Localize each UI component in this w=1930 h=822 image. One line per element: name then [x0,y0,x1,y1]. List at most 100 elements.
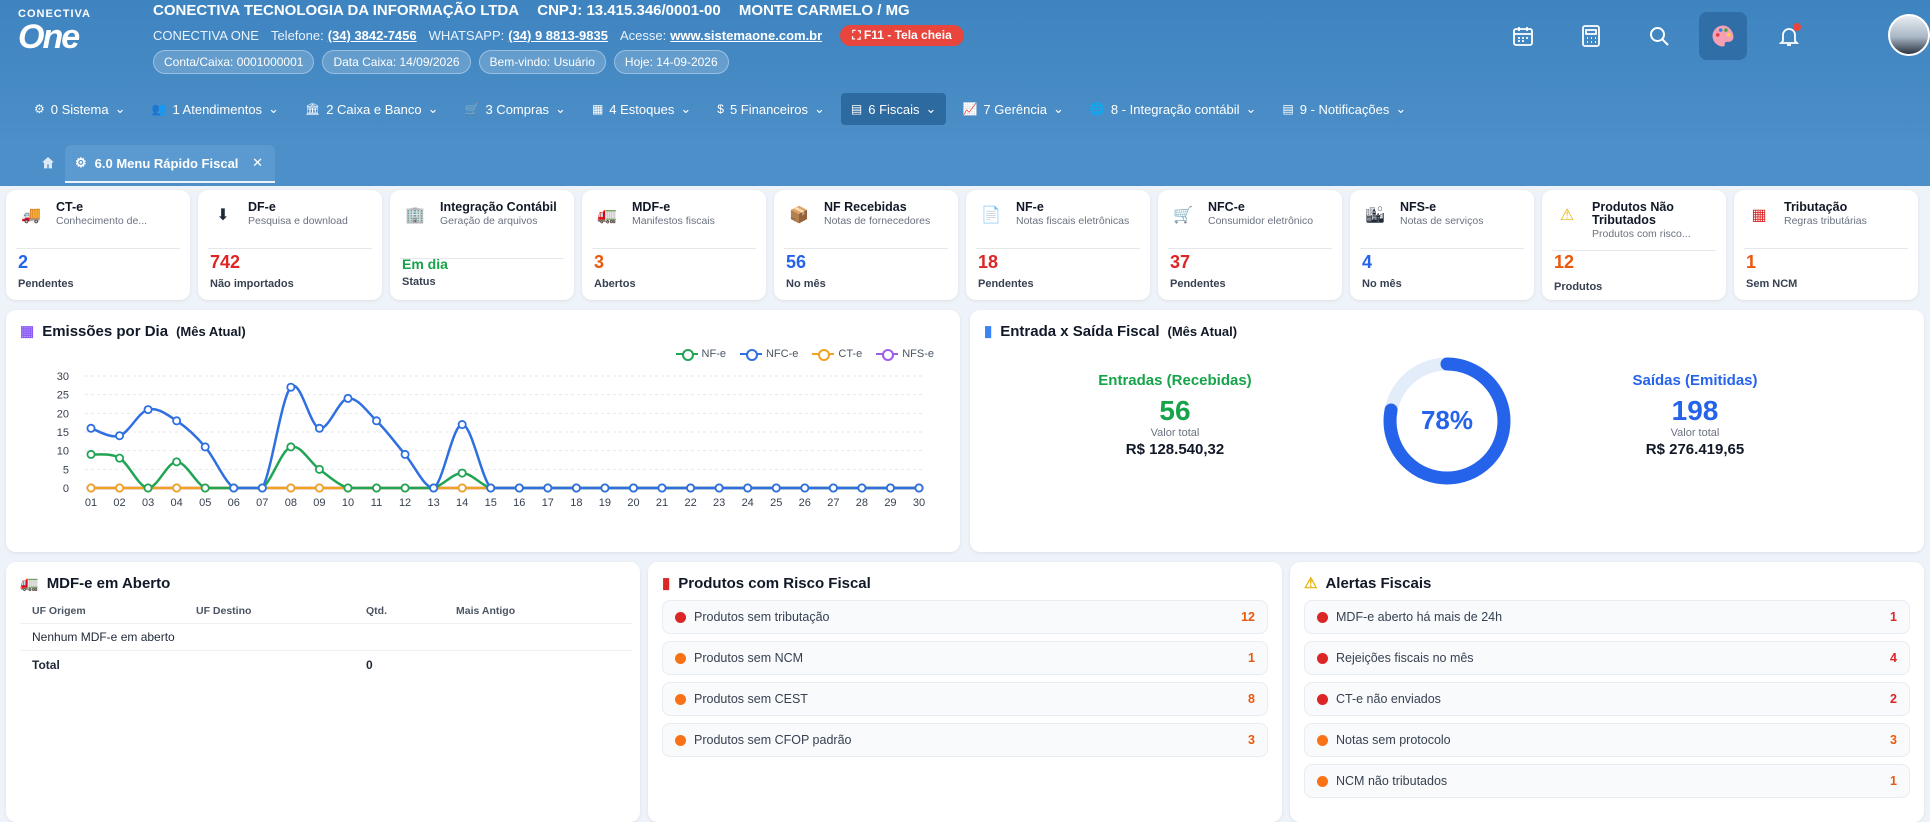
total-label: Total [32,657,60,672]
phone-link[interactable]: (34) 3842-7456 [328,28,417,43]
menu-label: 0 Sistema [50,101,109,117]
search-icon[interactable] [1641,18,1677,54]
bank-icon: 🏛 [304,102,321,116]
col-uf-origem[interactable]: UF Origem [32,605,196,617]
card-mdfe[interactable]: 🚛 MDF-e Manifestos fiscais 3 Abertos [582,190,766,300]
site-link[interactable]: www.sistemaone.com.br [670,28,822,43]
card-nfse[interactable]: 🏙 NFS-e Notas de serviços 4 No mês [1350,190,1534,300]
bell-icon[interactable] [1771,18,1807,54]
menu-compras[interactable]: 🛒 3 Compras ⌄ [455,93,576,125]
document-icon: 📄 [981,207,1001,224]
truck-icon: 🚛 [20,575,39,592]
card-value: 12 [1554,252,1575,272]
data-point [571,483,581,493]
list-item[interactable]: Produtos sem CFOP padrão 3 [662,723,1268,757]
document-icon: ▤ [1282,102,1294,116]
x-tick-label: 20 [627,497,639,509]
entradas-label: Entradas (Recebidas) [1098,372,1252,389]
x-tick-label: 30 [913,497,925,509]
menu-caixa-banco[interactable]: 🏛 2 Caixa e Banco ⌄ [295,93,449,125]
card-produtos-nao-tributados[interactable]: ⚠ Produtos Não Tributados Produtos com ri… [1542,190,1726,300]
list-item[interactable]: NCM não tributados 1 [1304,764,1910,798]
truck-icon: 🚛 [597,207,617,224]
card-dfe[interactable]: ⬇ DF-e Pesquisa e download 742 Não import… [198,190,382,300]
whatsapp-label: WHATSAPP: [428,28,505,43]
calendar-icon[interactable] [1505,18,1541,54]
card-nf-recebidas[interactable]: 📦 NF Recebidas Notas de fornecedores 56 N… [774,190,958,300]
card-subtitle: Consumidor eletrônico [1208,215,1314,227]
gear-icon: ⚙ [34,102,45,116]
menu-label: 6 Fiscais [868,101,920,117]
card-subtitle: Geração de arquivos [440,215,538,227]
card-integracao-contabil[interactable]: 🏢 Integração Contábil Geração de arquivos… [390,190,574,300]
city-icon: 🏙 [1364,207,1386,224]
company-info: CONECTIVA TECNOLOGIA DA INFORMAÇÃO LTDA … [153,2,924,19]
entradas-value: 56 [1159,395,1191,426]
card-value: 4 [1362,252,1373,272]
list-item[interactable]: MDF-e aberto há mais de 24h 1 [1304,600,1910,634]
card-nfe[interactable]: 📄 NF-e Notas fiscais eletrônicas 18 Pende… [966,190,1150,300]
card-tributacao[interactable]: ▦ Tributação Regras tributárias 1 Sem NCM [1734,190,1918,300]
col-qtd[interactable]: Qtd. [366,605,456,617]
card-value: Em dia [402,256,448,272]
chevron-down-icon: ⌄ [268,101,279,116]
menu-integracao-contabil[interactable]: 🌐 8 - Integração contábil ⌄ [1080,93,1267,125]
list-item[interactable]: Produtos sem CEST 8 [662,682,1268,716]
saidas-total: R$ 276.419,65 [1645,441,1745,458]
menu-estoques[interactable]: ▦ 4 Estoques ⌄ [582,93,701,125]
warning-icon: ⚠ [1304,575,1318,592]
cart-icon: 🛒 [1173,207,1193,224]
close-icon[interactable]: ✕ [252,155,263,171]
list-item[interactable]: Notas sem protocolo 3 [1304,723,1910,757]
card-value: 1 [1746,252,1757,272]
menu-label: 8 - Integração contábil [1110,101,1240,117]
avatar[interactable] [1888,14,1930,56]
x-tick-label: 13 [427,497,439,509]
col-mais-antigo[interactable]: Mais Antigo [456,605,515,617]
cart-icon: 🛒 [464,102,480,116]
grid-icon: ▦ [591,102,604,116]
mdfe-title: MDF-e em Aberto [46,574,171,592]
menu-gerencia[interactable]: 📈 7 Gerência ⌄ [952,93,1073,125]
menu-notificacoes[interactable]: ▤ 9 - Notificações ⌄ [1272,93,1416,125]
list-item[interactable]: CT-e não enviados 2 [1304,682,1910,716]
fullscreen-button[interactable]: ⛶ F11 - Tela cheia [840,25,964,46]
menu-sistema[interactable]: ⚙ 0 Sistema ⌄ [24,93,135,125]
panel-title: ▮ Entrada x Saída Fiscal (Mês Atual) [984,322,1237,341]
saidas-donut: 78% [1383,357,1511,485]
app-logo[interactable]: CONECTIVA One [18,8,118,63]
card-cte[interactable]: 🚚 CT-e Conhecimento de... 2 Pendentes [6,190,190,300]
card-nfce[interactable]: 🛒 NFC-e Consumidor eletrônico 37 Pendente… [1158,190,1342,300]
list-item[interactable]: Produtos sem tributação 12 [662,600,1268,634]
x-tick-label: 18 [570,497,582,509]
whatsapp-link[interactable]: (34) 9 8813-9835 [508,28,608,43]
data-point [828,483,838,493]
item-value: 3 [1890,733,1897,747]
y-tick-label: 5 [63,464,69,476]
summary-cards: 🚚 CT-e Conhecimento de... 2 Pendentes ⬇ D… [6,190,1918,300]
status-dot [1317,775,1328,787]
pill-data-caixa: Data Caixa: 14/09/2026 [322,50,471,74]
data-point [86,449,96,459]
tab-label: 6.0 Menu Rápido Fiscal [94,155,239,171]
card-label: No mês [1362,278,1402,290]
item-label: Produtos sem NCM [694,651,804,665]
emissoes-chart: 05101520253001 02 03 04 05 06 07 08 09 10 11 12 13 14… [57,371,925,509]
item-value: 12 [1241,610,1255,624]
chevron-down-icon: ⌄ [680,101,692,116]
tab-menu-rapido-fiscal[interactable]: ⚙ 6.0 Menu Rápido Fiscal ✕ [65,145,275,183]
calculator-icon[interactable] [1573,18,1609,54]
menu-fiscais[interactable]: ▤ 6 Fiscais ⌄ [840,93,947,125]
list-item[interactable]: Rejeições fiscais no mês 4 [1304,641,1910,675]
x-tick-label: 28 [856,497,868,509]
home-icon[interactable] [40,155,56,174]
list-item[interactable]: Produtos sem NCM 1 [662,641,1268,675]
palette-icon[interactable] [1699,12,1747,60]
entradas-total: R$ 128.540,32 [1125,441,1225,458]
pill-hoje: Hoje: 14-09-2026 [613,50,729,74]
menu-financeiros[interactable]: $5 Financeiros ⌄ [707,93,835,125]
card-title: CT-e [56,200,84,214]
card-value: 3 [594,252,605,272]
menu-atendimentos[interactable]: 👥 1 Atendimentos ⌄ [141,93,288,125]
col-uf-destino[interactable]: UF Destino [196,605,366,617]
